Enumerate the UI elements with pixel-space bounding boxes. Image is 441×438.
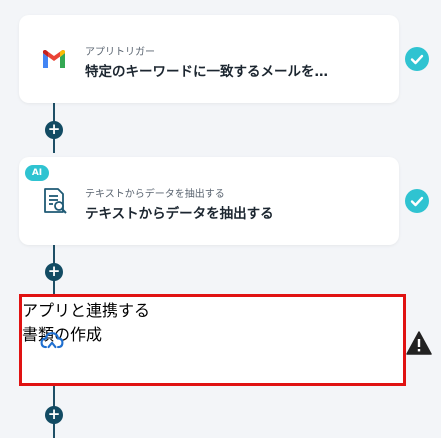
warning-icon	[406, 331, 432, 355]
ai-badge: AI	[25, 165, 49, 181]
step-title: 特定のキーワードに一致するメールを…	[85, 64, 328, 80]
step-category-label: テキストからデータを抽出する	[85, 189, 225, 200]
check-icon	[405, 47, 429, 71]
document-search-icon	[44, 188, 67, 214]
step-card-create-document[interactable]: アプリと連携する 書類の作成	[19, 294, 406, 386]
step-category-label: アプリトリガー	[85, 47, 155, 58]
step-card-trigger[interactable]: アプリトリガー 特定のキーワードに一致するメールを…	[19, 15, 399, 103]
check-icon	[405, 189, 429, 213]
step-category-label: アプリと連携する	[22, 301, 151, 320]
step-title: 書類の作成	[22, 325, 103, 344]
cloud-link-icon	[40, 332, 64, 349]
step-title: テキストからデータを抽出する	[85, 206, 274, 222]
add-step-button[interactable]: +	[45, 263, 63, 281]
step-card-ai-extract[interactable]: テキストからデータを抽出する テキストからデータを抽出する	[19, 157, 399, 245]
gmail-icon	[43, 50, 65, 68]
add-step-button[interactable]: +	[45, 406, 63, 424]
add-step-button[interactable]: +	[45, 121, 63, 139]
